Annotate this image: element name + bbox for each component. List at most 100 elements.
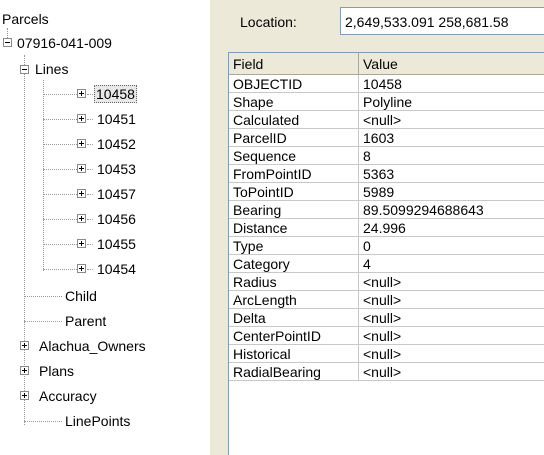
field-value-cell[interactable]: <null> xyxy=(359,363,544,381)
field-value-cell[interactable]: <null> xyxy=(359,291,544,309)
field-value-cell[interactable]: 5363 xyxy=(359,165,544,183)
tree-connector xyxy=(87,219,93,220)
tree-root-parcels[interactable]: Parcels xyxy=(0,8,51,30)
expand-icon[interactable] xyxy=(20,366,29,375)
tree-item-line-10452[interactable]: 10452 xyxy=(95,133,138,155)
collapse-icon[interactable] xyxy=(20,65,29,74)
field-name-cell: Distance xyxy=(229,219,359,237)
expand-icon[interactable] xyxy=(77,114,86,123)
tree-item-linepoints[interactable]: LinePoints xyxy=(63,410,132,432)
tree-item-alachua-owners[interactable]: Alachua_Owners xyxy=(37,335,148,357)
tree-item-line-10453[interactable]: 10453 xyxy=(95,158,138,180)
column-header-field[interactable]: Field xyxy=(229,53,359,75)
field-name-cell: FromPointID xyxy=(229,165,359,183)
pane-splitter[interactable] xyxy=(210,0,220,455)
tree-item-plans[interactable]: Plans xyxy=(37,360,76,382)
tree-connector xyxy=(87,144,93,145)
tree-label: 10458 xyxy=(94,85,137,103)
expand-icon[interactable] xyxy=(77,139,86,148)
expand-icon[interactable] xyxy=(77,189,86,198)
field-name-cell: OBJECTID xyxy=(229,75,359,93)
expand-icon[interactable] xyxy=(20,391,29,400)
tree-item-line-10458[interactable]: 10458 xyxy=(94,83,137,105)
tree-pane: Parcels 07916-041-009 Lines 10458 10451 … xyxy=(0,0,210,455)
field-value-cell[interactable]: <null> xyxy=(359,345,544,363)
field-value-cell[interactable]: 4 xyxy=(359,255,544,273)
tree-item-parent[interactable]: Parent xyxy=(63,310,108,332)
field-value-cell[interactable]: 24.996 xyxy=(359,219,544,237)
tree-item-line-10455[interactable]: 10455 xyxy=(95,233,138,255)
field-name-cell: Shape xyxy=(229,93,359,111)
attributes-pane: Location: 2,649,533.091 258,681.58 Field… xyxy=(220,0,544,455)
field-value-cell[interactable]: 8 xyxy=(359,147,544,165)
field-value-cell[interactable]: Polyline xyxy=(359,93,544,111)
tree-label: 10452 xyxy=(97,136,136,152)
tree-item-lines[interactable]: Lines xyxy=(33,58,70,80)
field-name-cell: Radius xyxy=(229,273,359,291)
tree-connector xyxy=(87,119,93,120)
attribute-grid: Field Value OBJECTID 10458 Shape Polyline Ca… xyxy=(228,52,544,455)
expand-icon[interactable] xyxy=(77,214,86,223)
tree-connector xyxy=(24,296,62,297)
tree-connector xyxy=(43,269,77,270)
location-label: Location: xyxy=(240,14,297,30)
tree-item-line-10454[interactable]: 10454 xyxy=(95,258,138,280)
field-value-cell[interactable]: 10458 xyxy=(359,75,544,93)
field-value-cell[interactable]: <null> xyxy=(359,273,544,291)
tree-label: 10456 xyxy=(97,211,136,227)
expand-icon[interactable] xyxy=(77,264,86,273)
tree-connector xyxy=(87,194,93,195)
tree-connector xyxy=(87,94,93,95)
tree-label: Child xyxy=(65,288,97,304)
field-value-cell[interactable]: 0 xyxy=(359,237,544,255)
field-value-cell[interactable]: <null> xyxy=(359,309,544,327)
tree-label: 10451 xyxy=(97,111,136,127)
tree-label: 10455 xyxy=(97,236,136,252)
tree-label: Accuracy xyxy=(39,388,97,404)
tree-label: Parcels xyxy=(2,11,49,27)
tree-label: Alachua_Owners xyxy=(39,338,146,354)
field-name-cell: CenterPointID xyxy=(229,327,359,345)
tree-item-parcel[interactable]: 07916-041-009 xyxy=(15,32,114,54)
tree-connector xyxy=(43,94,77,95)
field-name-cell: RadialBearing xyxy=(229,363,359,381)
tree-connector xyxy=(87,244,93,245)
field-name-cell: ArcLength xyxy=(229,291,359,309)
tree-connector xyxy=(43,169,77,170)
tree-connector xyxy=(43,244,77,245)
column-header-value[interactable]: Value xyxy=(359,53,544,75)
field-name-cell: Type xyxy=(229,237,359,255)
field-name-cell: Delta xyxy=(229,309,359,327)
tree-item-line-10451[interactable]: 10451 xyxy=(95,108,138,130)
field-value-cell[interactable]: <null> xyxy=(359,111,544,129)
tree-connector xyxy=(43,144,77,145)
field-name-cell: ParcelID xyxy=(229,129,359,147)
tree-item-line-10456[interactable]: 10456 xyxy=(95,208,138,230)
field-name-cell: Calculated xyxy=(229,111,359,129)
tree-item-accuracy[interactable]: Accuracy xyxy=(37,385,99,407)
expand-icon[interactable] xyxy=(77,239,86,248)
location-field[interactable]: 2,649,533.091 258,681.58 xyxy=(340,7,544,35)
tree-label: Parent xyxy=(65,313,107,329)
tree-label: 10457 xyxy=(97,186,136,202)
expand-icon[interactable] xyxy=(77,164,86,173)
tree-item-child[interactable]: Child xyxy=(63,285,99,307)
collapse-icon[interactable] xyxy=(3,38,12,47)
tree-connector xyxy=(43,194,77,195)
tree-label: 10453 xyxy=(97,161,136,177)
tree-connector xyxy=(24,321,62,322)
expand-icon[interactable] xyxy=(77,89,86,98)
tree-label: Plans xyxy=(39,363,75,379)
field-name-cell: Bearing xyxy=(229,201,359,219)
field-value-cell[interactable]: 1603 xyxy=(359,129,544,147)
tree-item-line-10457[interactable]: 10457 xyxy=(95,183,138,205)
field-name-cell: Category xyxy=(229,255,359,273)
field-name-cell: Sequence xyxy=(229,147,359,165)
field-name-cell: Historical xyxy=(229,345,359,363)
tree-connector xyxy=(43,219,77,220)
field-value-cell[interactable]: 5989 xyxy=(359,183,544,201)
expand-icon[interactable] xyxy=(20,341,29,350)
field-value-cell[interactable]: <null> xyxy=(359,327,544,345)
tree-label: Lines xyxy=(35,61,69,77)
field-value-cell[interactable]: 89.5099294688643 xyxy=(359,201,544,219)
